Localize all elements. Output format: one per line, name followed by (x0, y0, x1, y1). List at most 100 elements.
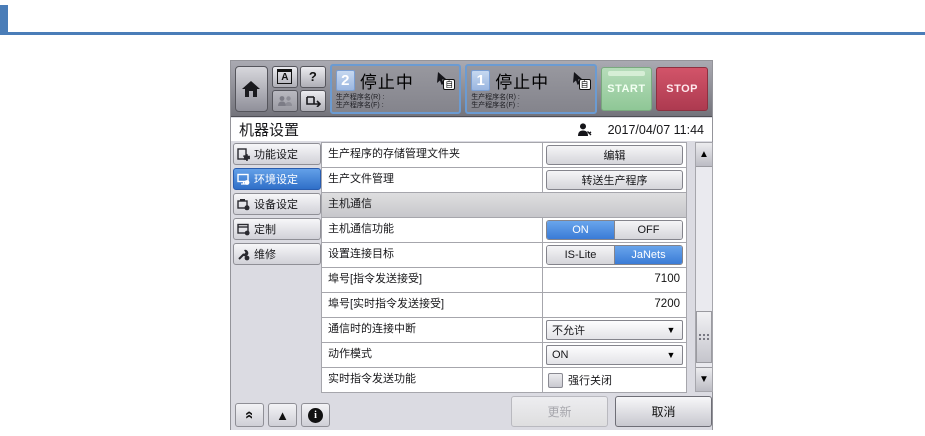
sidebar-item-device-settings[interactable]: 设备设定 (233, 193, 321, 215)
disconnect-dropdown[interactable]: 不允许 ▼ (546, 320, 683, 340)
warning-button[interactable]: ▲ (268, 403, 297, 427)
toggle-option-off[interactable]: OFF (615, 221, 682, 239)
gear-doc-icon (237, 147, 250, 161)
device-gear-icon (237, 198, 250, 210)
sidebar-item-label: 维修 (254, 249, 276, 261)
home-icon (242, 80, 261, 97)
sidebar-item-label: 定制 (254, 224, 276, 236)
wrench-icon (238, 249, 250, 260)
setting-label: 埠号[指令发送接受] (328, 273, 423, 285)
character-icon: A (277, 69, 293, 84)
dropdown-value: ON (552, 349, 569, 361)
start-button[interactable]: START (600, 66, 653, 111)
setting-label: 设置连接目标 (328, 248, 394, 260)
help-button[interactable]: ? (299, 65, 326, 88)
operation-mode-dropdown[interactable]: ON ▼ (546, 345, 683, 365)
sidebar-item-maintenance[interactable]: 维修 (233, 243, 321, 265)
setting-row-port-realtime: 埠号[实时指令发送接受] 7200 (322, 293, 686, 318)
update-button[interactable]: 更新 (511, 396, 608, 427)
station-number-badge: 2 (335, 70, 355, 91)
program-name-f: 生产程序名(F) : (335, 101, 384, 109)
io-connector-button[interactable] (299, 89, 326, 112)
station-status-text: 停止中 (359, 73, 414, 92)
accent-bar (0, 5, 8, 33)
operators-icon (277, 95, 292, 106)
toggle-option-is-lite[interactable]: IS-Lite (547, 246, 615, 264)
port-realtime-value[interactable]: 7200 (543, 293, 686, 317)
double-chevron-up-icon: » (240, 410, 258, 420)
setting-row-disconnect-during-comm: 通信时的连接中断 不允许 ▼ (322, 318, 686, 343)
setting-row-storage-folder: 生产程序的存储管理文件夹 编辑 (322, 143, 686, 168)
top-toolbar: A ? 2 停止中 自 生产程序名(R): 生产程序名(F): 1 停止中 … (231, 61, 712, 117)
setting-row-port-command: 埠号[指令发送接受] 7100 (322, 268, 686, 293)
checkbox-label: 强行关闭 (568, 375, 612, 387)
setting-row-host-comm-function: 主机通信功能 ON OFF (322, 218, 686, 243)
setting-row-operation-mode: 动作模式 ON ▼ (322, 343, 686, 368)
machine-settings-window: A ? 2 停止中 自 生产程序名(R): 生产程序名(F): 1 停止中 … (230, 60, 713, 430)
station-number-badge: 1 (471, 70, 491, 91)
setting-label: 生产程序的存储管理文件夹 (328, 148, 460, 160)
sidebar-item-environment-settings[interactable]: 环境设定 (233, 168, 321, 190)
start-label: START (607, 82, 646, 95)
force-off-checkbox[interactable] (548, 372, 563, 388)
setting-label: 实时指令发送功能 (328, 373, 416, 385)
semi-auto-mode-icon: 自 (435, 71, 456, 90)
operators-button[interactable] (271, 89, 298, 112)
program-name-r: 生产程序名(R) : (471, 93, 520, 101)
toggle-option-janets[interactable]: JaNets (615, 246, 682, 264)
stop-label: STOP (666, 82, 699, 95)
settings-scrollbar[interactable]: ▲ ▼ (695, 142, 713, 392)
monitor-gear-icon (237, 173, 250, 185)
setting-row-realtime-command-function: 实时指令发送功能 强行关闭 (322, 368, 686, 393)
help-icon: ? (308, 69, 317, 84)
io-connector-icon (306, 95, 321, 107)
port-command-value[interactable]: 7100 (543, 268, 686, 292)
on-off-toggle: ON OFF (546, 220, 683, 240)
setting-label: 通信时的连接中断 (328, 323, 416, 335)
toggle-option-on[interactable]: ON (547, 221, 615, 239)
setting-row-connection-target: 设置连接目标 IS-Lite JaNets (322, 243, 686, 268)
page: A ? 2 停止中 自 生产程序名(R): 生产程序名(F): 1 停止中 … (0, 0, 925, 436)
program-name-f: 生产程序名(F) : (471, 101, 520, 109)
section-header-host-communication: 主机通信 (322, 193, 686, 218)
station-program-lines: 生产程序名(R) : 生产程序名(F) : (471, 94, 590, 110)
title-bar: 机器设置 2017/04/07 11:44 (231, 118, 712, 141)
sidebar-item-label: 环境设定 (254, 174, 298, 186)
scrollbar-thumb[interactable] (696, 311, 712, 363)
scroll-up-button[interactable]: ▲ (696, 143, 712, 167)
cancel-button[interactable]: 取消 (615, 396, 712, 427)
accent-line (0, 32, 925, 35)
chevron-down-icon: ▼ (666, 350, 676, 360)
grip-dots-icon (698, 332, 710, 342)
info-icon: i (308, 407, 323, 423)
sidebar-item-customize[interactable]: 定制 (233, 218, 321, 240)
character-input-button[interactable]: A (271, 65, 298, 88)
page-title: 机器设置 (239, 122, 300, 139)
collapse-panel-button[interactable]: » (235, 403, 264, 427)
sidebar-item-label: 功能设定 (254, 149, 298, 161)
station-panel-1[interactable]: 1 停止中 自 生产程序名(R) : 生产程序名(F) : (465, 63, 597, 114)
scroll-down-button[interactable]: ▼ (696, 367, 712, 391)
setting-label: 生产文件管理 (328, 173, 394, 185)
settings-table: 生产程序的存储管理文件夹 编辑 生产文件管理 转送生产程序 主机通信 主机通信功… (321, 142, 687, 393)
transfer-program-button[interactable]: 转送生产程序 (546, 170, 683, 190)
setting-label: 埠号[实时指令发送接受] (328, 298, 445, 310)
station-panel-2[interactable]: 2 停止中 自 生产程序名(R) : 生产程序名(F) : (329, 63, 462, 114)
content-area: 功能设定 环境设定 设备设定 定制 维修 生产程序的存储管理文件夹 编辑 生产文… (231, 141, 713, 430)
setting-label: 动作模式 (328, 348, 372, 360)
program-name-r: 生产程序名(R) : (335, 93, 385, 101)
sidebar-item-label: 设备设定 (254, 199, 298, 211)
stop-button[interactable]: STOP (656, 66, 709, 111)
info-button[interactable]: i (301, 403, 330, 427)
edit-button[interactable]: 编辑 (546, 145, 683, 165)
dropdown-value: 不允许 (552, 325, 585, 337)
sidebar-item-function-settings[interactable]: 功能设定 (233, 143, 321, 165)
datetime-label: 2017/04/07 11:44 (607, 122, 704, 137)
chevron-down-icon: ▼ (666, 325, 676, 335)
section-title: 主机通信 (328, 198, 372, 210)
semi-auto-mode-icon: 自 (571, 71, 591, 90)
window-gear-icon (237, 223, 250, 235)
station-program-lines: 生产程序名(R) : 生产程序名(F) : (336, 94, 455, 110)
home-button[interactable] (235, 65, 268, 112)
operator-login-icon[interactable] (577, 122, 592, 137)
